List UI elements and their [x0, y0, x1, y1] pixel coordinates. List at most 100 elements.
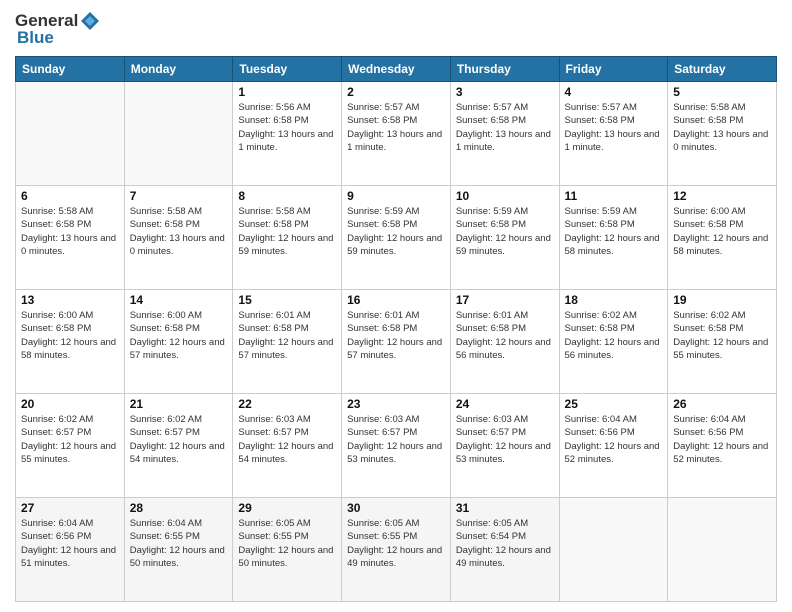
calendar-day-cell: 12Sunrise: 6:00 AMSunset: 6:58 PMDayligh…: [668, 186, 777, 290]
calendar-week-row: 6Sunrise: 5:58 AMSunset: 6:58 PMDaylight…: [16, 186, 777, 290]
calendar-week-row: 13 Sunrise: 6:00 AMSunset: 6:58 PMDayligh…: [16, 290, 777, 394]
calendar-header-row: Sunday Monday Tuesday Wednesday Thursday…: [16, 57, 777, 82]
day-info: Sunrise: 6:01 AMSunset: 6:58 PMDaylight:…: [347, 309, 445, 362]
calendar-day-cell: 9 Sunrise: 5:59 AMSunset: 6:58 PMDaylight…: [342, 186, 451, 290]
day-info: Sunrise: 5:58 AMSunset: 6:58 PMDaylight:…: [673, 101, 771, 154]
day-info: Sunrise: 5:57 AMSunset: 6:58 PMDaylight:…: [565, 101, 663, 154]
calendar-day-cell: 23 Sunrise: 6:03 AMSunset: 6:57 PMDayligh…: [342, 394, 451, 498]
day-number: 1: [238, 85, 336, 99]
calendar-day-cell: 31 Sunrise: 6:05 AMSunset: 6:54 PMDayligh…: [450, 498, 559, 602]
day-info: Sunrise: 6:00 AMSunset: 6:58 PMDaylight:…: [130, 309, 228, 362]
day-info: Sunrise: 6:05 AMSunset: 6:55 PMDaylight:…: [238, 517, 336, 570]
day-info: Sunrise: 6:02 AMSunset: 6:58 PMDaylight:…: [565, 309, 663, 362]
calendar-day-cell: 5 Sunrise: 5:58 AMSunset: 6:58 PMDaylight…: [668, 82, 777, 186]
day-number: 15: [238, 293, 336, 307]
page: General Blue Sunday Monday Tuesday Wedne…: [0, 0, 792, 612]
calendar-day-cell: 17 Sunrise: 6:01 AMSunset: 6:58 PMDayligh…: [450, 290, 559, 394]
day-number: 7: [130, 189, 228, 203]
day-number: 4: [565, 85, 663, 99]
calendar-day-cell: 14 Sunrise: 6:00 AMSunset: 6:58 PMDayligh…: [124, 290, 233, 394]
col-wednesday: Wednesday: [342, 57, 451, 82]
day-number: 23: [347, 397, 445, 411]
calendar-day-cell: 26Sunrise: 6:04 AMSunset: 6:56 PMDayligh…: [668, 394, 777, 498]
day-number: 19: [673, 293, 771, 307]
col-tuesday: Tuesday: [233, 57, 342, 82]
day-number: 10: [456, 189, 554, 203]
calendar-day-cell: 22Sunrise: 6:03 AMSunset: 6:57 PMDayligh…: [233, 394, 342, 498]
day-info: Sunrise: 5:57 AMSunset: 6:58 PMDaylight:…: [347, 101, 445, 154]
calendar-day-cell: 4 Sunrise: 5:57 AMSunset: 6:58 PMDaylight…: [559, 82, 668, 186]
col-thursday: Thursday: [450, 57, 559, 82]
calendar-day-cell: 13 Sunrise: 6:00 AMSunset: 6:58 PMDayligh…: [16, 290, 125, 394]
day-number: 21: [130, 397, 228, 411]
day-number: 25: [565, 397, 663, 411]
day-info: Sunrise: 5:58 AMSunset: 6:58 PMDaylight:…: [238, 205, 336, 258]
day-number: 29: [238, 501, 336, 515]
day-info: Sunrise: 6:00 AMSunset: 6:58 PMDaylight:…: [673, 205, 771, 258]
logo-icon: [79, 10, 101, 32]
calendar-day-cell: 15Sunrise: 6:01 AMSunset: 6:58 PMDayligh…: [233, 290, 342, 394]
calendar-day-cell: 11 Sunrise: 5:59 AMSunset: 6:58 PMDayligh…: [559, 186, 668, 290]
day-info: Sunrise: 6:02 AMSunset: 6:57 PMDaylight:…: [130, 413, 228, 466]
day-number: 22: [238, 397, 336, 411]
day-info: Sunrise: 6:00 AMSunset: 6:58 PMDaylight:…: [21, 309, 119, 362]
day-info: Sunrise: 6:03 AMSunset: 6:57 PMDaylight:…: [456, 413, 554, 466]
day-number: 20: [21, 397, 119, 411]
day-number: 14: [130, 293, 228, 307]
calendar-day-cell: [668, 498, 777, 602]
calendar-day-cell: 2 Sunrise: 5:57 AMSunset: 6:58 PMDaylight…: [342, 82, 451, 186]
calendar-day-cell: 25 Sunrise: 6:04 AMSunset: 6:56 PMDayligh…: [559, 394, 668, 498]
day-number: 5: [673, 85, 771, 99]
day-info: Sunrise: 6:04 AMSunset: 6:56 PMDaylight:…: [565, 413, 663, 466]
day-number: 11: [565, 189, 663, 203]
day-number: 27: [21, 501, 119, 515]
day-number: 9: [347, 189, 445, 203]
calendar-day-cell: [16, 82, 125, 186]
calendar-day-cell: 1 Sunrise: 5:56 AMSunset: 6:58 PMDaylight…: [233, 82, 342, 186]
day-number: 3: [456, 85, 554, 99]
day-number: 31: [456, 501, 554, 515]
day-info: Sunrise: 6:02 AMSunset: 6:58 PMDaylight:…: [673, 309, 771, 362]
calendar-day-cell: 6Sunrise: 5:58 AMSunset: 6:58 PMDaylight…: [16, 186, 125, 290]
logo: General Blue: [15, 10, 102, 48]
calendar-day-cell: 28Sunrise: 6:04 AMSunset: 6:55 PMDayligh…: [124, 498, 233, 602]
calendar-day-cell: 27 Sunrise: 6:04 AMSunset: 6:56 PMDayligh…: [16, 498, 125, 602]
day-info: Sunrise: 6:02 AMSunset: 6:57 PMDaylight:…: [21, 413, 119, 466]
calendar-day-cell: 7 Sunrise: 5:58 AMSunset: 6:58 PMDaylight…: [124, 186, 233, 290]
calendar-day-cell: [124, 82, 233, 186]
calendar-day-cell: [559, 498, 668, 602]
calendar-day-cell: 24Sunrise: 6:03 AMSunset: 6:57 PMDayligh…: [450, 394, 559, 498]
col-monday: Monday: [124, 57, 233, 82]
day-info: Sunrise: 6:01 AMSunset: 6:58 PMDaylight:…: [456, 309, 554, 362]
day-info: Sunrise: 6:04 AMSunset: 6:56 PMDaylight:…: [21, 517, 119, 570]
calendar-day-cell: 3 Sunrise: 5:57 AMSunset: 6:58 PMDaylight…: [450, 82, 559, 186]
day-number: 8: [238, 189, 336, 203]
calendar-day-cell: 19 Sunrise: 6:02 AMSunset: 6:58 PMDayligh…: [668, 290, 777, 394]
calendar-day-cell: 8 Sunrise: 5:58 AMSunset: 6:58 PMDaylight…: [233, 186, 342, 290]
day-info: Sunrise: 5:59 AMSunset: 6:58 PMDaylight:…: [347, 205, 445, 258]
day-info: Sunrise: 5:58 AMSunset: 6:58 PMDaylight:…: [130, 205, 228, 258]
calendar-week-row: 27 Sunrise: 6:04 AMSunset: 6:56 PMDayligh…: [16, 498, 777, 602]
calendar-day-cell: 29 Sunrise: 6:05 AMSunset: 6:55 PMDayligh…: [233, 498, 342, 602]
day-info: Sunrise: 6:05 AMSunset: 6:55 PMDaylight:…: [347, 517, 445, 570]
day-number: 17: [456, 293, 554, 307]
day-info: Sunrise: 5:57 AMSunset: 6:58 PMDaylight:…: [456, 101, 554, 154]
day-info: Sunrise: 6:03 AMSunset: 6:57 PMDaylight:…: [347, 413, 445, 466]
day-info: Sunrise: 5:58 AMSunset: 6:58 PMDaylight:…: [21, 205, 119, 258]
day-number: 26: [673, 397, 771, 411]
calendar-day-cell: 18 Sunrise: 6:02 AMSunset: 6:58 PMDayligh…: [559, 290, 668, 394]
day-number: 13: [21, 293, 119, 307]
day-number: 2: [347, 85, 445, 99]
day-info: Sunrise: 6:05 AMSunset: 6:54 PMDaylight:…: [456, 517, 554, 570]
col-friday: Friday: [559, 57, 668, 82]
col-sunday: Sunday: [16, 57, 125, 82]
day-number: 28: [130, 501, 228, 515]
day-info: Sunrise: 5:56 AMSunset: 6:58 PMDaylight:…: [238, 101, 336, 154]
calendar-day-cell: 16 Sunrise: 6:01 AMSunset: 6:58 PMDayligh…: [342, 290, 451, 394]
day-info: Sunrise: 5:59 AMSunset: 6:58 PMDaylight:…: [565, 205, 663, 258]
day-number: 18: [565, 293, 663, 307]
calendar-week-row: 1 Sunrise: 5:56 AMSunset: 6:58 PMDaylight…: [16, 82, 777, 186]
calendar-table: Sunday Monday Tuesday Wednesday Thursday…: [15, 56, 777, 602]
calendar-day-cell: 30Sunrise: 6:05 AMSunset: 6:55 PMDayligh…: [342, 498, 451, 602]
day-number: 16: [347, 293, 445, 307]
